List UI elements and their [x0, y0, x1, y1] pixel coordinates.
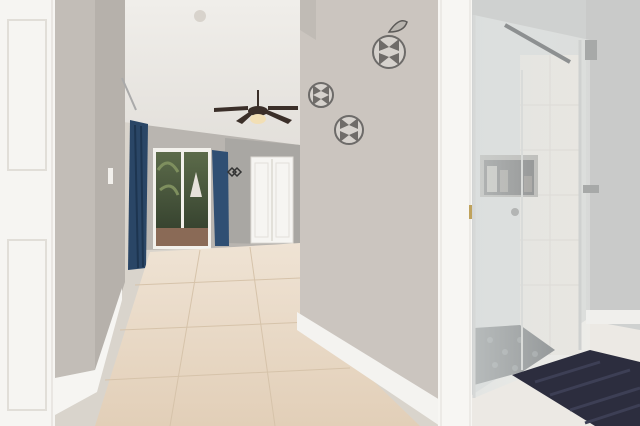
wall-flower-decor-middle: [308, 82, 334, 108]
left-white-door: [0, 0, 55, 426]
sliding-glass-door: [153, 148, 211, 249]
closet-door: [250, 156, 294, 244]
light-switch: [108, 168, 113, 184]
shower-door-handle-icon: [583, 185, 599, 193]
glass-shower-enclosure: [472, 15, 599, 398]
ceiling-light: [194, 10, 206, 22]
curtain-right: [212, 150, 229, 246]
hallway-photo: [0, 0, 640, 426]
wall-flower-decor-bottom: [334, 115, 364, 145]
bathroom-door-frame: [438, 0, 472, 426]
